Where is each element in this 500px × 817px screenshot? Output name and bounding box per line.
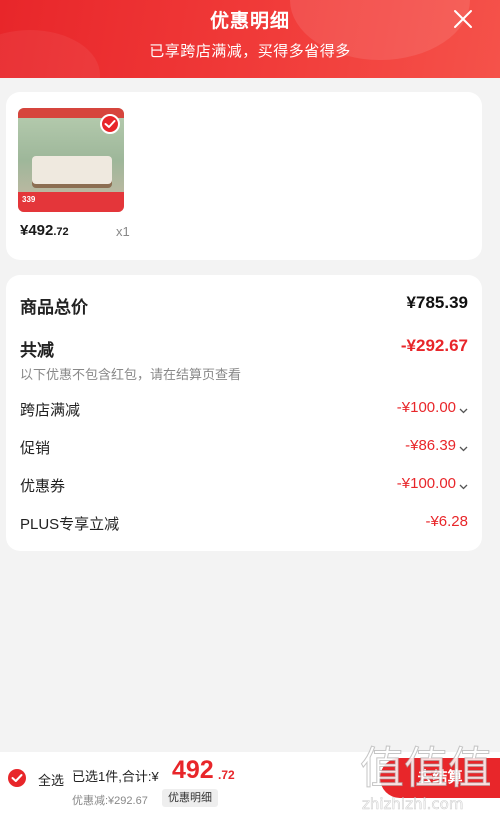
reduction-note: 以下优惠不包含红包，请在结算页查看 xyxy=(20,367,242,382)
cart-total-int: 492 xyxy=(172,756,214,784)
select-all-label[interactable]: 全选 xyxy=(38,770,64,789)
discount-summary: 优惠减:¥292.67 xyxy=(72,795,148,807)
close-icon xyxy=(454,10,472,28)
bed-image xyxy=(32,156,112,184)
total-price-row: 商品总价 ¥785.39 xyxy=(20,293,468,317)
selected-check-icon xyxy=(100,114,120,134)
discount-value: -¥86.39 xyxy=(405,437,456,454)
page-title: 优惠明细 xyxy=(209,11,290,32)
product-price-int: ¥492 xyxy=(20,222,54,239)
selected-count-text: 已选1件,合计:¥ xyxy=(72,769,159,784)
discount-row-plus: PLUS专享立减 -¥6.28 xyxy=(20,513,468,537)
discount-value: -¥100.00 xyxy=(396,475,456,492)
chevron-down-icon xyxy=(459,446,468,452)
thumbnail-price: 339 xyxy=(22,195,36,204)
discount-row-promotion[interactable]: 促销 -¥86.39 xyxy=(20,437,468,461)
close-button[interactable] xyxy=(450,6,476,32)
total-reduction-label: 共减 xyxy=(20,341,54,360)
product-price: ¥492.72 xyxy=(20,222,69,239)
chevron-down-icon xyxy=(459,408,468,414)
total-reduction-row: 共减 -¥292.67 xyxy=(20,336,468,360)
header-banner: 优惠明细 已享跨店满减，买得多省得多 xyxy=(0,0,500,78)
total-price-value: ¥785.39 xyxy=(406,293,468,312)
check-icon xyxy=(11,774,23,782)
discount-label: 优惠券 xyxy=(20,478,66,495)
checkout-bar: 全选 已选1件,合计:¥ 492 .72 优惠减:¥292.67 优惠明细 去结… xyxy=(0,752,500,817)
product-quantity: x1 xyxy=(116,224,130,239)
discount-detail-button[interactable]: 优惠明细 xyxy=(162,789,218,807)
discount-value: -¥100.00 xyxy=(396,399,456,416)
discount-row-coupon[interactable]: 优惠券 -¥100.00 xyxy=(20,475,468,499)
discount-label: 促销 xyxy=(20,440,51,457)
price-summary-card: 商品总价 ¥785.39 共减 -¥292.67 以下优惠不包含红包，请在结算页… xyxy=(6,275,482,551)
discount-row-cross-store[interactable]: 跨店满减 -¥100.00 xyxy=(20,399,468,423)
product-card: 339 ¥492.72 x1 xyxy=(6,92,482,260)
checkout-button[interactable]: 去结算 xyxy=(380,758,500,798)
discount-label: PLUS专享立减 xyxy=(20,516,120,533)
product-thumbnail[interactable]: 339 xyxy=(18,108,124,212)
discount-label: 跨店满减 xyxy=(20,402,81,419)
total-reduction-value: -¥292.67 xyxy=(400,336,468,355)
total-price-label: 商品总价 xyxy=(20,298,88,317)
page-subtitle: 已享跨店满减，买得多省得多 xyxy=(149,43,351,60)
cart-total-dec: .72 xyxy=(218,768,235,782)
select-all-checkbox[interactable] xyxy=(8,769,26,787)
product-price-dec: .72 xyxy=(53,226,69,238)
chevron-down-icon xyxy=(459,484,468,490)
discount-value: -¥6.28 xyxy=(425,513,468,530)
